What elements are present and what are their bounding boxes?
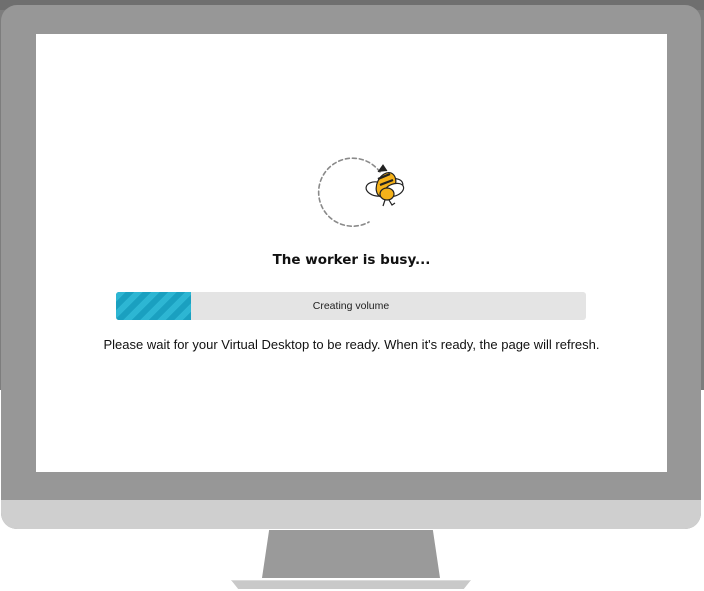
monitor-screen: The worker is busy... Creating volume Pl…: [36, 34, 667, 472]
monitor-stand-base: [231, 580, 471, 589]
monitor-frame: The worker is busy... Creating volume Pl…: [1, 5, 701, 529]
progress-bar: Creating volume: [116, 292, 586, 320]
monitor-stand-neck: [262, 530, 440, 578]
status-message: Please wait for your Virtual Desktop to …: [103, 337, 600, 352]
monitor-chin: [1, 500, 701, 529]
page: The worker is busy... Creating volume Pl…: [0, 0, 704, 591]
progress-label: Creating volume: [312, 300, 390, 312]
bee-spinner-icon: [317, 154, 407, 229]
page-title: The worker is busy...: [272, 252, 431, 268]
